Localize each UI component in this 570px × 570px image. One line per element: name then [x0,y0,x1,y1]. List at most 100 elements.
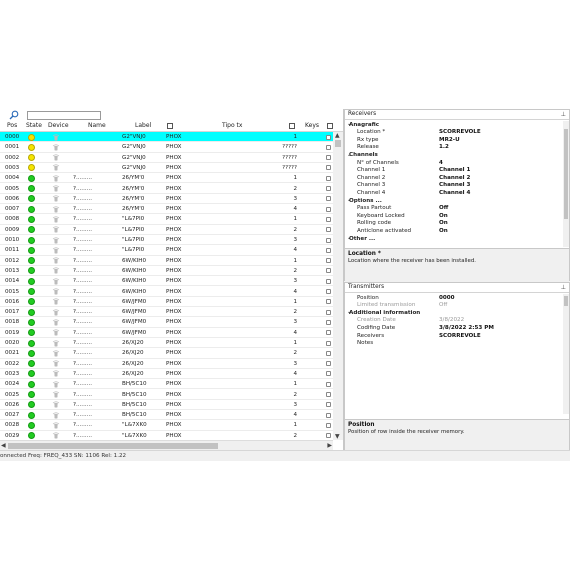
table-row[interactable]: 0013?......... 6W/KIH0 PHOX 2 [0,266,333,277]
table-row[interactable]: 0027?......... BH/5C10 PHOX 4 [0,410,333,421]
col-device[interactable]: Device [48,122,69,129]
row-checkbox[interactable] [326,392,331,397]
row-checkbox[interactable] [326,402,331,408]
table-row[interactable]: 0000 G2"VNJ0 PHOX 1 [0,132,333,143]
row-checkbox[interactable] [326,227,331,233]
row-checkbox[interactable] [326,289,331,294]
property-value[interactable]: SCORREVOLE [439,333,481,339]
scroll-right-icon[interactable]: ▶ [327,442,332,449]
table-row[interactable]: 0003 G2"VNJ0 PHOX????? [0,163,333,174]
col-pos[interactable]: Pos [7,122,17,129]
property-value[interactable]: Channel 4 [439,190,470,196]
row-checkbox[interactable] [326,422,331,428]
property-value[interactable]: SCORREVOLE [439,129,481,135]
row-checkbox[interactable] [326,299,331,305]
property-value[interactable]: Channel 3 [439,182,470,188]
property-value[interactable]: Off [439,205,448,211]
transmitters-scrollbar[interactable] [563,294,569,414]
property-value[interactable]: Channel 2 [439,175,470,181]
col-name[interactable]: Name [88,122,106,129]
table-row[interactable]: 0009?......... "L&7PI0 PHOX 2 [0,225,333,235]
table-row[interactable]: 0001 G2"VNJ0 PHOX????? [0,142,333,153]
property-row[interactable]: Location * SCORREVOLE [345,129,563,137]
header-checkbox-keys[interactable] [289,123,295,129]
table-row[interactable]: 0002 G2"VNJ0 PHOX????? [0,153,333,163]
table-row[interactable]: 0023?......... 26/XJ20 PHOX 4 [0,369,333,380]
col-keys[interactable]: Keys [305,122,319,129]
property-row[interactable]: Pass Partout Off [345,205,563,213]
row-checkbox[interactable] [326,278,331,284]
search-icon[interactable] [9,110,19,120]
table-row[interactable]: 0007?......... 26/YM'0 PHOX 4 [0,204,333,215]
property-row[interactable]: Position 0000 [345,294,563,302]
property-value[interactable]: MR2-U [439,137,460,143]
property-value[interactable]: 4 [439,160,443,166]
row-checkbox[interactable] [326,237,331,243]
table-row[interactable]: 0016?......... 6W/JFM0 PHOX 1 [0,297,333,308]
row-checkbox[interactable] [326,196,331,202]
property-row[interactable]: Receivers SCORREVOLE [345,332,563,340]
row-checkbox[interactable] [326,247,331,253]
table-row[interactable]: 0029?......... "L&7XK0 PHOX 2 [0,431,333,440]
table-row[interactable]: 0020?......... 26/XJ20 PHOX 1 [0,338,333,349]
property-row[interactable]: Rx type MR2-U [345,136,563,144]
scroll-left-icon[interactable]: ◀ [1,442,6,449]
search-input[interactable] [27,111,101,120]
property-row[interactable]: Notes [345,340,563,348]
row-checkbox[interactable] [326,268,331,274]
property-category[interactable]: ⌄ Additional information [345,309,563,317]
property-value[interactable]: 0000 [439,295,455,301]
table-row[interactable]: 0026?......... BH/5C10 PHOX 3 [0,400,333,411]
row-checkbox[interactable] [326,330,331,336]
table-row[interactable]: 0005?......... 26/YM'0 PHOX 2 [0,184,333,194]
table-row[interactable]: 0015?......... 6W/KIH0 PHOX 4 [0,287,333,297]
grid-vertical-scrollbar[interactable]: ▲ ▼ [333,132,343,440]
row-checkbox[interactable] [326,371,331,377]
row-checkbox[interactable] [326,134,331,140]
property-value[interactable]: Off [439,302,447,308]
row-checkbox[interactable] [326,319,331,325]
row-checkbox[interactable] [326,186,331,191]
transmitters-scroll-thumb[interactable] [564,296,568,306]
table-row[interactable]: 0004?......... 26/YM'0 PHOX 1 [0,173,333,184]
row-checkbox[interactable] [326,350,331,356]
row-checkbox[interactable] [326,216,331,222]
property-row[interactable]: Channel 4 Channel 4 [345,189,563,197]
scroll-down-icon[interactable]: ▼ [335,433,340,440]
property-row[interactable]: Channel 2 Channel 2 [345,174,563,182]
table-row[interactable]: 0028?......... "L&7XK0 PHOX 1 [0,420,333,431]
row-checkbox[interactable] [326,258,331,264]
property-value[interactable]: On [439,213,448,219]
table-row[interactable]: 0010?......... "L&7PI0 PHOX 3 [0,235,333,246]
row-checkbox[interactable] [326,144,331,150]
property-row[interactable]: Channel 3 Channel 3 [345,182,563,190]
col-label[interactable]: Label [135,122,151,129]
header-checkbox-last[interactable] [327,123,333,129]
table-row[interactable]: 0018?......... 6W/JFM0 PHOX 3 [0,317,333,328]
table-row[interactable]: 0025?......... BH/5C10 PHOX 2 [0,390,333,400]
property-row[interactable]: Rolling code On [345,220,563,228]
property-value[interactable]: On [439,228,448,234]
pin-icon[interactable]: ⊥ [561,110,566,119]
property-value[interactable]: 1.2 [439,144,449,150]
property-row[interactable]: Creation Date 3/8/2022 [345,317,563,325]
row-checkbox[interactable] [326,340,331,346]
table-row[interactable]: 0012?......... 6W/KIH0 PHOX 1 [0,256,333,266]
row-checkbox[interactable] [326,433,331,439]
col-tipo-tx[interactable]: Tipo tx [222,122,242,129]
row-checkbox[interactable] [326,206,331,212]
scroll-thumb[interactable] [335,140,341,147]
scroll-up-icon[interactable]: ▲ [335,132,340,139]
row-checkbox[interactable] [326,175,331,181]
row-checkbox[interactable] [326,381,331,387]
table-row[interactable]: 0006?......... 26/YM'0 PHOX 3 [0,194,333,205]
property-row[interactable]: Release 1.2 [345,144,563,152]
receivers-scroll-thumb[interactable] [564,129,568,219]
table-row[interactable]: 0021?......... 26/XJ20 PHOX 2 [0,348,333,359]
property-value[interactable]: On [439,220,448,226]
hscroll-thumb[interactable] [8,443,218,449]
table-row[interactable]: 0008?......... "L&7PI0 PHOX 1 [0,214,333,225]
header-checkbox-label[interactable] [167,123,173,129]
property-row[interactable]: Keyboard Locked On [345,212,563,220]
row-checkbox[interactable] [326,361,331,367]
